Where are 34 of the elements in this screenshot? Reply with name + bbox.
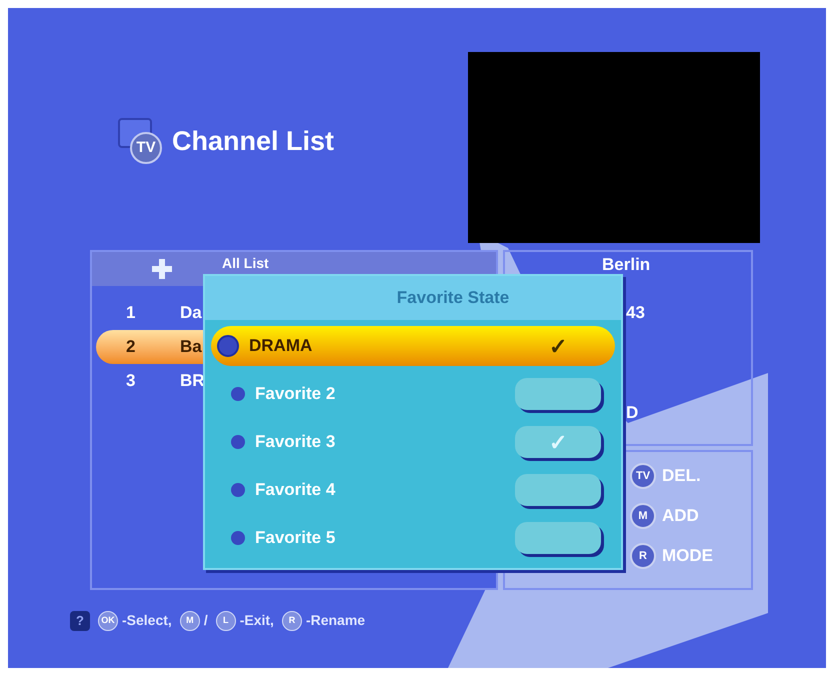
key-icon: M (180, 610, 200, 630)
bullet-icon (231, 387, 245, 401)
help-icon: ? (70, 610, 90, 630)
key-icon: OK (98, 610, 118, 630)
info-text: D (626, 402, 638, 424)
help-text: -Exit, (240, 611, 274, 630)
favorite-checkbox[interactable] (515, 522, 601, 554)
bullet-icon (217, 335, 239, 357)
key-icon: R (282, 610, 302, 630)
help-text: -Rename (306, 611, 366, 630)
key-label: DEL. (662, 465, 701, 488)
favorite-checkbox[interactable]: ✓ (515, 330, 601, 362)
dialog-title: Favorite State (396, 287, 510, 310)
bullet-icon (231, 435, 245, 449)
favorite-row[interactable]: Favorite 3 ✓ (211, 422, 615, 462)
favorite-row[interactable]: DRAMA ✓ (211, 326, 615, 366)
help-text: / (204, 611, 208, 630)
bullet-icon (231, 483, 245, 497)
screen-title: Channel List (172, 124, 334, 158)
help-text: -Select, (122, 611, 172, 630)
favorite-row[interactable]: Favorite 4 (211, 470, 615, 510)
favorite-row[interactable]: Favorite 2 (211, 374, 615, 414)
favorite-checkbox[interactable] (515, 378, 601, 410)
plus-icon (152, 259, 172, 279)
favorite-row[interactable]: Favorite 5 (211, 518, 615, 558)
favorite-checkbox[interactable] (515, 474, 601, 506)
info-text: Berlin (602, 254, 650, 276)
bullet-icon (231, 531, 245, 545)
list-name: All List (222, 254, 269, 272)
favorite-checkbox[interactable]: ✓ (515, 426, 601, 458)
key-label: ADD (662, 505, 699, 528)
key-icon: L (216, 610, 236, 630)
key-label: MODE (662, 545, 713, 568)
info-text: 43 (626, 302, 645, 324)
